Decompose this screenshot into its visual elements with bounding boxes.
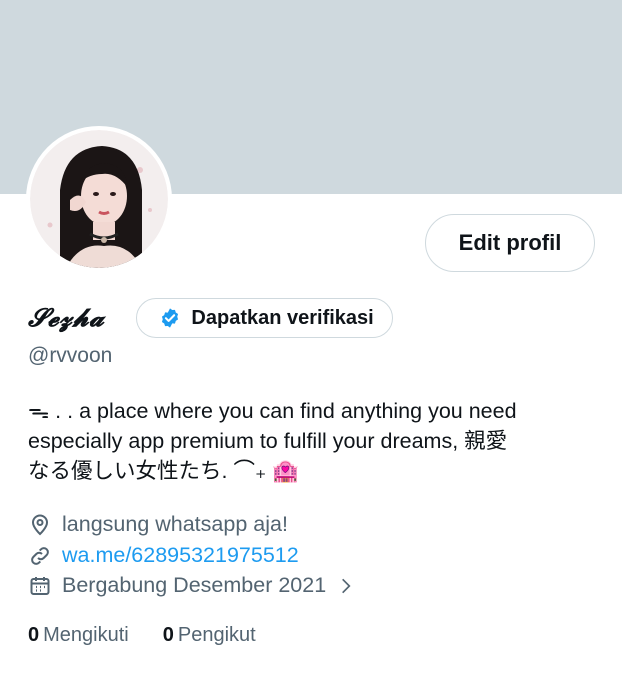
- profile-website: wa.me/62895321975512: [28, 543, 299, 568]
- get-verified-label: Dapatkan verifikasi: [191, 306, 374, 329]
- profile-bio: ᯓ . . a place where you can find anythin…: [28, 396, 603, 486]
- followers-label: Pengikut: [177, 624, 256, 646]
- join-date-text: Bergabung Desember 2021: [62, 573, 327, 597]
- following-link[interactable]: 0 Mengikuti: [28, 624, 129, 647]
- get-verified-button[interactable]: Dapatkan verifikasi: [136, 298, 393, 338]
- chevron-right-icon[interactable]: [336, 576, 356, 596]
- profile-location: langsung whatsapp aja!: [28, 512, 288, 537]
- following-label: Mengikuti: [43, 624, 129, 646]
- website-link[interactable]: wa.me/62895321975512: [62, 543, 299, 568]
- follow-stats: 0 Mengikuti 0 Pengikut: [28, 624, 290, 647]
- user-handle: @rvvoon: [28, 344, 113, 367]
- bio-line: especially app premium to fulfill your d…: [28, 429, 508, 453]
- following-count: 0: [28, 624, 40, 646]
- calendar-icon: [30, 576, 50, 595]
- name-row: 𝓢𝓮𝔃𝓱𝓪 Dapatkan verifikasi: [28, 298, 393, 338]
- verified-badge-icon: [162, 308, 179, 328]
- edit-profile-button[interactable]: Edit profil: [425, 214, 595, 272]
- avatar-image: [30, 130, 168, 268]
- bio-line: ᯓ . . a place where you can find anythin…: [28, 399, 517, 423]
- location-text: langsung whatsapp aja!: [62, 512, 288, 536]
- bio-line: なる優しい女性たち. ⌒₊ 🏩: [28, 459, 300, 483]
- followers-count: 0: [162, 624, 174, 646]
- followers-link[interactable]: 0 Pengikut: [163, 624, 256, 647]
- profile-join-date: Bergabung Desember 2021: [28, 573, 356, 598]
- location-pin-icon: [31, 514, 49, 535]
- display-name: 𝓢𝓮𝔃𝓱𝓪: [28, 303, 105, 332]
- link-icon: [31, 546, 49, 565]
- avatar[interactable]: [26, 126, 172, 272]
